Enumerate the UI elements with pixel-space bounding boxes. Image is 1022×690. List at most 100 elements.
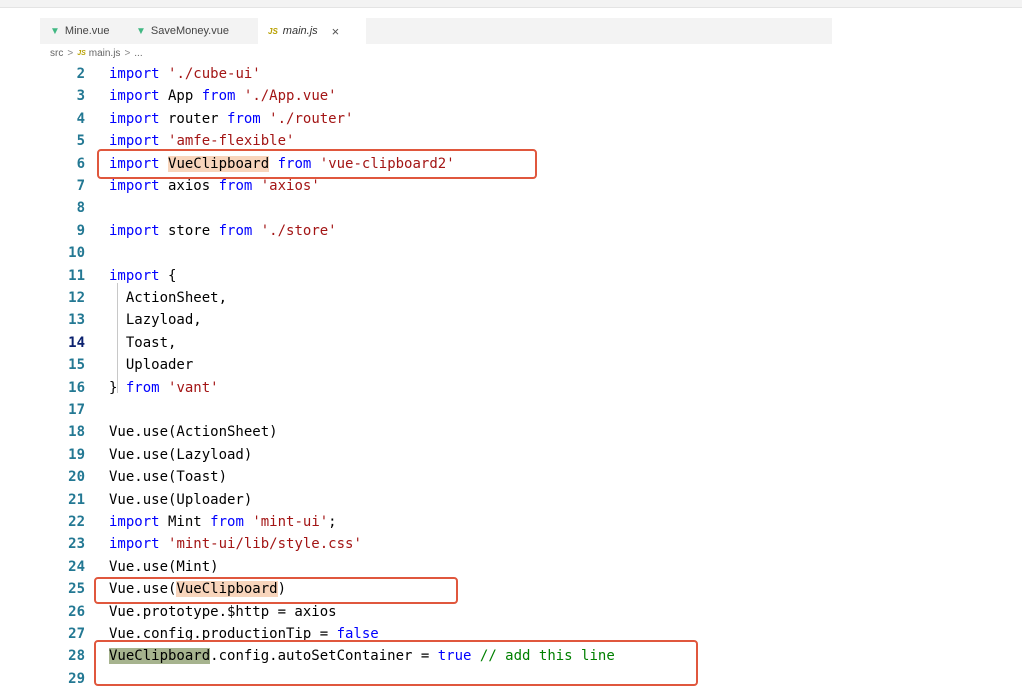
line-number: 27 bbox=[68, 626, 85, 642]
code-token: Vue.use(Toast) bbox=[109, 469, 228, 486]
line-number: 16 bbox=[68, 379, 85, 396]
code-text: Lazyload, bbox=[109, 309, 202, 331]
code-line[interactable]: 21 Vue.use(Uploader) bbox=[40, 489, 832, 511]
line-number: 18 bbox=[68, 424, 85, 441]
code-line[interactable]: 8 bbox=[40, 197, 832, 219]
code-token: import bbox=[109, 178, 160, 194]
code-line[interactable]: 11 import { bbox=[40, 265, 832, 287]
breadcrumb-file[interactable]: main.js bbox=[89, 48, 121, 59]
code-text: import { bbox=[109, 265, 176, 287]
code-line[interactable]: 20 Vue.use(Toast) bbox=[40, 466, 832, 488]
tab-label: main.js bbox=[282, 25, 318, 37]
code-token: import bbox=[109, 66, 160, 82]
code-line[interactable]: 22 import Mint from 'mint-ui'; bbox=[40, 511, 832, 533]
code-line[interactable]: 16} from 'vant' bbox=[40, 377, 832, 399]
close-tab-icon[interactable]: × bbox=[332, 24, 340, 39]
code-line[interactable]: 9 import store from './store' bbox=[40, 220, 832, 242]
code-text: ActionSheet, bbox=[109, 287, 227, 309]
code-token: Lazyload, bbox=[109, 312, 202, 329]
code-token: ; bbox=[328, 514, 337, 530]
line-number: 14 bbox=[68, 334, 85, 351]
line-number: 8 bbox=[76, 200, 85, 217]
highlight-box-import bbox=[97, 149, 537, 179]
tab-label: Mine.vue bbox=[64, 25, 110, 37]
code-text: import router from './router' bbox=[109, 108, 353, 130]
tab-main-js[interactable]: JS main.js × bbox=[258, 18, 366, 44]
line-number: 26 bbox=[68, 603, 85, 620]
tab-label: SaveMoney.vue bbox=[150, 25, 229, 37]
code-token: Uploader bbox=[109, 357, 194, 374]
code-line[interactable]: 13 Lazyload, bbox=[40, 309, 832, 331]
tab-mine-vue[interactable]: ▼ Mine.vue bbox=[40, 18, 126, 44]
line-number: 13 bbox=[68, 312, 85, 329]
code-token: router bbox=[159, 110, 228, 127]
code-line[interactable]: 18 Vue.use(ActionSheet) bbox=[40, 421, 832, 443]
vue-file-icon: ▼ bbox=[50, 25, 60, 37]
code-token: { bbox=[159, 267, 177, 284]
code-line[interactable]: 23 import 'mint-ui/lib/style.css' bbox=[40, 533, 832, 555]
code-text: Vue.use(Mint) bbox=[109, 556, 219, 578]
line-number: 9 bbox=[76, 222, 85, 239]
code-token: './router' bbox=[269, 110, 354, 127]
code-line[interactable]: 10 bbox=[40, 242, 832, 264]
code-token: ActionSheet, bbox=[109, 290, 228, 306]
code-token: import bbox=[109, 536, 160, 553]
line-number: 25 bbox=[68, 581, 85, 598]
code-text: Toast, bbox=[109, 332, 177, 354]
code-token: import bbox=[109, 222, 160, 239]
code-token: App bbox=[159, 88, 202, 105]
editor-tab-bar: ▼ Mine.vue ▼ SaveMoney.vue JS main.js × bbox=[40, 18, 832, 44]
code-line[interactable]: 14 Toast, bbox=[40, 332, 832, 354]
code-text: import Mint from 'mint-ui'; bbox=[109, 511, 337, 533]
code-token: './App.vue' bbox=[243, 88, 337, 105]
code-token: import bbox=[109, 514, 160, 530]
code-line[interactable]: 3 import App from './App.vue' bbox=[40, 85, 832, 107]
code-text: import App from './App.vue' bbox=[109, 85, 337, 107]
code-text: import './cube-ui' bbox=[109, 63, 261, 85]
code-line[interactable]: 19 Vue.use(Lazyload) bbox=[40, 444, 832, 466]
code-text: import store from './store' bbox=[109, 220, 337, 242]
code-text: Uploader bbox=[109, 354, 193, 376]
code-token: './store' bbox=[260, 222, 337, 239]
code-line[interactable]: 15 Uploader bbox=[40, 354, 832, 376]
line-number: 17 bbox=[68, 402, 85, 418]
code-text: Vue.use(ActionSheet) bbox=[109, 421, 278, 443]
line-number: 24 bbox=[68, 558, 85, 575]
line-number: 5 bbox=[76, 133, 85, 150]
line-number: 10 bbox=[68, 245, 85, 262]
code-token: } bbox=[109, 379, 126, 396]
line-number: 20 bbox=[68, 469, 85, 486]
code-token: './cube-ui' bbox=[168, 66, 261, 82]
code-text: import 'mint-ui/lib/style.css' bbox=[109, 533, 362, 555]
code-token: Toast, bbox=[109, 334, 177, 351]
code-line[interactable]: 4 import router from './router' bbox=[40, 108, 832, 130]
code-line[interactable]: 24 Vue.use(Mint) bbox=[40, 556, 832, 578]
line-number: 28 bbox=[68, 648, 85, 665]
breadcrumb: src > JS main.js > ... bbox=[50, 46, 143, 60]
code-token: from bbox=[125, 379, 160, 396]
line-number: 12 bbox=[68, 290, 85, 306]
code-token: import bbox=[109, 267, 160, 284]
code-line[interactable]: 17 bbox=[40, 399, 832, 421]
line-number: 7 bbox=[76, 178, 85, 194]
code-token: Vue.use(Mint) bbox=[109, 558, 219, 575]
code-token: from bbox=[227, 110, 261, 127]
chevron-right-icon: > bbox=[67, 47, 74, 59]
line-number: 11 bbox=[68, 267, 85, 284]
line-number: 3 bbox=[76, 88, 85, 105]
code-token: Vue.use(Lazyload) bbox=[109, 446, 253, 463]
breadcrumb-more[interactable]: ... bbox=[134, 48, 142, 59]
code-token: from bbox=[218, 222, 253, 239]
code-token: axios bbox=[159, 178, 219, 194]
highlight-box-vue-use bbox=[94, 577, 458, 604]
code-line[interactable]: 12 ActionSheet, bbox=[40, 287, 832, 309]
code-token: Vue.prototype.$http = axios bbox=[109, 603, 337, 620]
tab-savemoney-vue[interactable]: ▼ SaveMoney.vue bbox=[126, 18, 250, 44]
breadcrumb-folder[interactable]: src bbox=[50, 48, 63, 59]
code-line[interactable]: 2 import './cube-ui' bbox=[40, 63, 832, 85]
